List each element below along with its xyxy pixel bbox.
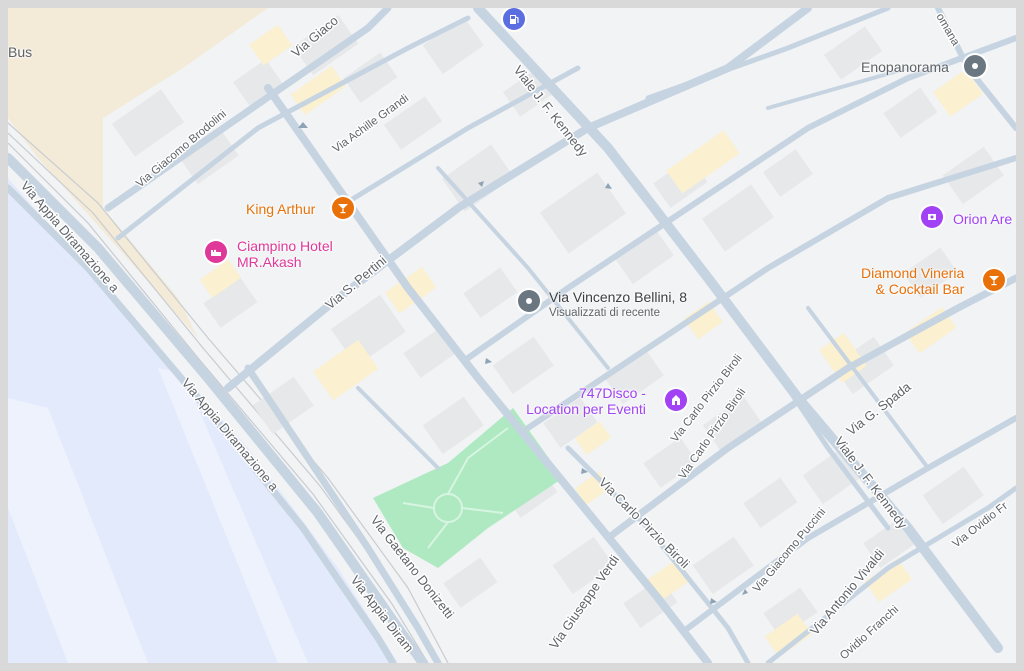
orion-pin[interactable] [921,206,943,228]
fuel-icon [510,15,519,24]
ciampino-hotel-line2: MR.Akash [237,254,302,270]
orion-label[interactable]: Orion Are [953,211,1012,227]
via-bellini-pin[interactable] [518,290,540,312]
road-label-ovidio-franchi: Ovidio Franchi [838,604,901,663]
road-label-romana: omana [933,12,961,49]
ciampino-hotel-label[interactable]: Ciampino Hotel MR.Akash [237,238,333,270]
location-pin-icon [972,63,978,69]
venue-icon [672,395,680,405]
disco-747-line2: Location per Eventi [526,401,646,417]
diamond-vineria-label[interactable]: Diamond Vineria & Cocktail Bar [861,265,964,297]
disco-747-pin[interactable] [665,389,687,411]
diamond-vineria-line2: & Cocktail Bar [875,281,965,297]
bus-label: Bus [8,44,33,60]
cocktail-icon [989,276,999,286]
via-bellini-title: Via Vincenzo Bellini, 8 [549,289,688,305]
disco-747-line1: 747Disco - [579,385,646,401]
disco-747-label[interactable]: 747Disco - Location per Eventi [525,385,646,417]
venue-icon [928,214,936,220]
enopanorama-label[interactable]: Enopanorama [861,59,949,75]
map-view[interactable]: Via Appia Diramazione a Via Appia Dirama… [8,8,1016,663]
ciampino-hotel-line1: Ciampino Hotel [237,238,333,254]
map-canvas[interactable]: Via Appia Diramazione a Via Appia Dirama… [8,8,1016,663]
via-bellini-label[interactable]: Via Vincenzo Bellini, 8 Visualizzati di … [549,289,687,321]
enopanorama-pin[interactable] [964,55,986,77]
fuel-pin[interactable] [503,8,525,30]
hotel-icon [211,249,221,256]
cocktail-icon [338,204,348,214]
king-arthur-label[interactable]: King Arthur [246,201,315,217]
ciampino-hotel-pin[interactable] [205,241,227,263]
diamond-vineria-pin[interactable] [983,269,1005,291]
via-bellini-subtitle: Visualizzati di recente [549,307,661,319]
diamond-vineria-line1: Diamond Vineria [861,265,965,281]
king-arthur-pin[interactable] [332,197,354,219]
location-pin-icon [526,298,532,304]
